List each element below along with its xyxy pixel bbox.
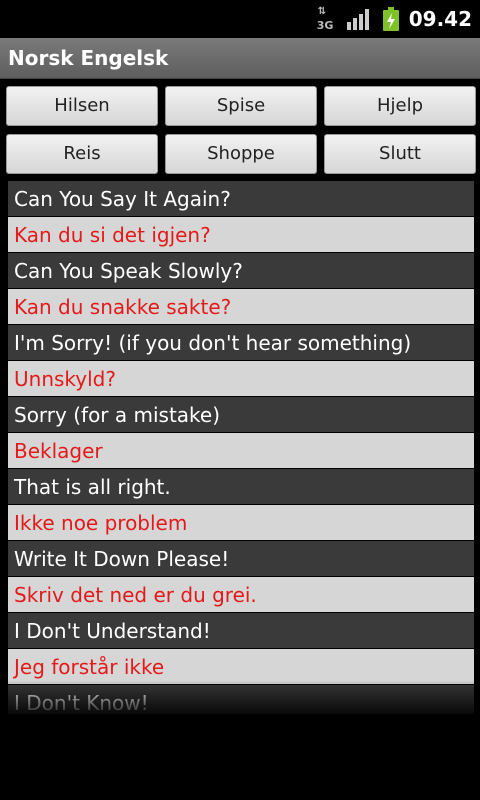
hilsen-button[interactable]: Hilsen (6, 86, 158, 126)
phrase-norwegian[interactable]: Beklager (8, 433, 474, 469)
phrase-norwegian[interactable]: Kan du si det igjen? (8, 217, 474, 253)
phrase-english[interactable]: Write It Down Please! (8, 541, 474, 577)
shoppe-button[interactable]: Shoppe (165, 134, 317, 174)
title-bar: Norsk Engelsk (0, 38, 480, 79)
phrase-list[interactable]: Can You Say It Again? Kan du si det igje… (8, 181, 474, 714)
phrase-english[interactable]: Can You Say It Again? (8, 181, 474, 217)
phrase-norwegian[interactable]: Skriv det ned er du grei. (8, 577, 474, 613)
phrase-english[interactable]: I'm Sorry! (if you don't hear something) (8, 325, 474, 361)
phrase-english[interactable]: That is all right. (8, 469, 474, 505)
phrase-english[interactable]: Sorry (for a mistake) (8, 397, 474, 433)
network-type-label: 3G (316, 19, 334, 32)
reis-button[interactable]: Reis (6, 134, 158, 174)
phrase-norwegian[interactable]: Unnskyld? (8, 361, 474, 397)
status-bar: ⇅ 3G 09.42 (0, 0, 480, 38)
phrase-norwegian[interactable]: Jeg forstår ikke (8, 649, 474, 685)
phrase-english[interactable]: I Don't Know! (8, 685, 474, 714)
battery-charging-icon (382, 7, 399, 31)
signal-strength-icon (346, 8, 373, 30)
data-arrows-icon: ⇅ (317, 6, 327, 17)
phrase-norwegian[interactable]: Ikke noe problem (8, 505, 474, 541)
status-icons: ⇅ 3G 09.42 (315, 0, 472, 38)
status-clock: 09.42 (408, 7, 472, 31)
phrase-english[interactable]: Can You Speak Slowly? (8, 253, 474, 289)
network-3g-icon: ⇅ 3G (315, 6, 337, 32)
app-title: Norsk Engelsk (8, 46, 169, 70)
hjelp-button[interactable]: Hjelp (324, 86, 476, 126)
spise-button[interactable]: Spise (165, 86, 317, 126)
phrase-norwegian[interactable]: Kan du snakke sakte? (8, 289, 474, 325)
slutt-button[interactable]: Slutt (324, 134, 476, 174)
phrase-english[interactable]: I Don't Understand! (8, 613, 474, 649)
